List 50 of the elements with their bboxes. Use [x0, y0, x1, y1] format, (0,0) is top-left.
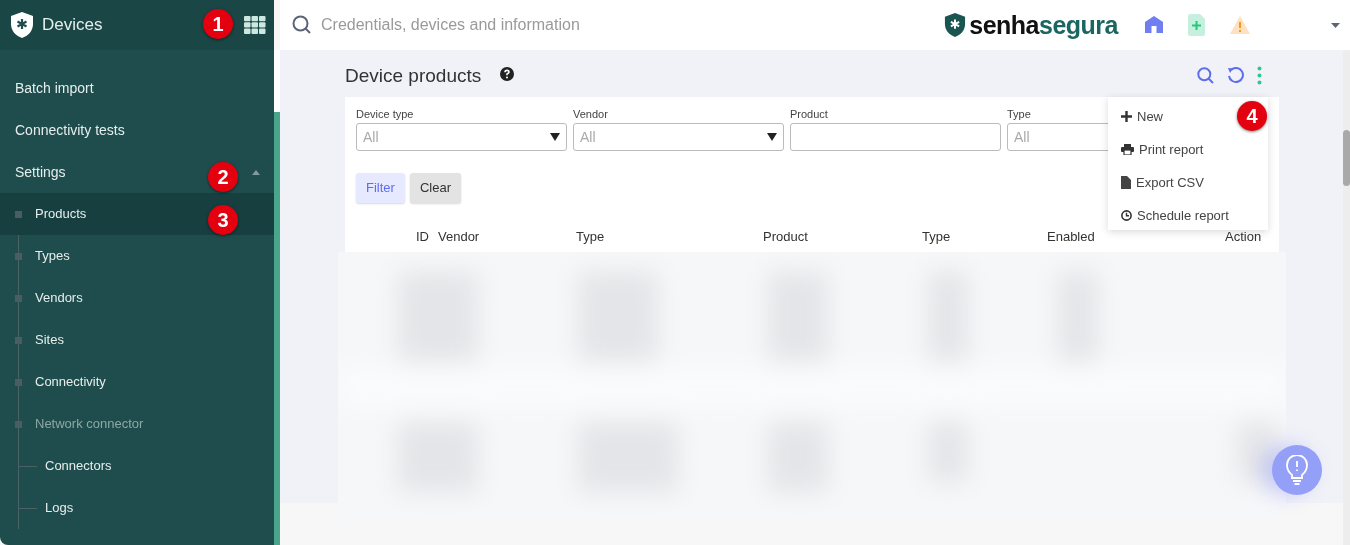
sidebar-item[interactable]: Sites	[0, 319, 274, 361]
clock-icon	[1121, 210, 1132, 221]
search-icon[interactable]	[1197, 67, 1214, 84]
sidebar-item[interactable]: Settings	[15, 161, 66, 183]
dropdown-arrow-icon	[767, 133, 777, 141]
add-file-icon[interactable]	[1188, 14, 1205, 36]
sidebar-item[interactable]: Vendors	[0, 277, 274, 319]
column-header: Type	[576, 228, 605, 246]
column-header: ID	[416, 228, 429, 246]
apps-grid-icon[interactable]	[244, 16, 266, 34]
help-icon[interactable]	[500, 67, 514, 81]
menu-item[interactable]: Export CSV	[1121, 172, 1204, 193]
filter-button[interactable]: Filter	[356, 173, 405, 203]
sidebar-item[interactable]: Types	[0, 235, 274, 277]
file-icon	[1121, 176, 1131, 189]
shield-logo-icon	[944, 11, 967, 39]
menu-item[interactable]: New	[1121, 106, 1163, 127]
shield-icon	[10, 11, 34, 39]
search-icon	[292, 15, 312, 35]
sidebar-title: Devices	[42, 14, 103, 37]
clear-button[interactable]: Clear	[409, 173, 461, 203]
page-title: Device products	[345, 64, 482, 88]
sidebar-item[interactable]: Batch import	[15, 77, 94, 99]
text-field[interactable]	[790, 123, 1001, 151]
sidebar-item[interactable]: Connectivity	[0, 361, 274, 403]
more-icon[interactable]	[1257, 66, 1262, 85]
refresh-icon[interactable]	[1227, 67, 1244, 84]
menu-item[interactable]: Print report	[1121, 139, 1204, 160]
column-header: Action	[1225, 228, 1262, 246]
column-header: Vendor	[438, 228, 480, 246]
sidebar-item[interactable]: Connectivity tests	[15, 119, 125, 141]
field-label: Device type	[356, 107, 414, 122]
field-label: Product	[790, 107, 828, 122]
warning-icon[interactable]	[1229, 15, 1251, 35]
home-icon[interactable]	[1144, 15, 1164, 35]
caret-icon[interactable]	[1331, 22, 1340, 28]
dropdown-arrow-icon	[550, 133, 560, 141]
column-header: Product	[763, 228, 808, 246]
bullet-icon	[15, 210, 22, 218]
column-header: Type	[922, 228, 951, 246]
field-label: Vendor	[573, 107, 608, 122]
field-label: Type	[1007, 107, 1031, 122]
menu-item[interactable]: Schedule report	[1121, 205, 1229, 226]
lightbulb-icon	[1286, 455, 1308, 485]
scrollbar-thumb[interactable]	[1343, 130, 1350, 186]
brand-logo: senhasegura	[969, 12, 1118, 38]
plus-icon	[1121, 111, 1132, 122]
column-header: Enabled	[1047, 228, 1095, 246]
printer-icon	[1121, 144, 1134, 155]
search-field[interactable]: Credentials, devices and information	[321, 13, 721, 37]
